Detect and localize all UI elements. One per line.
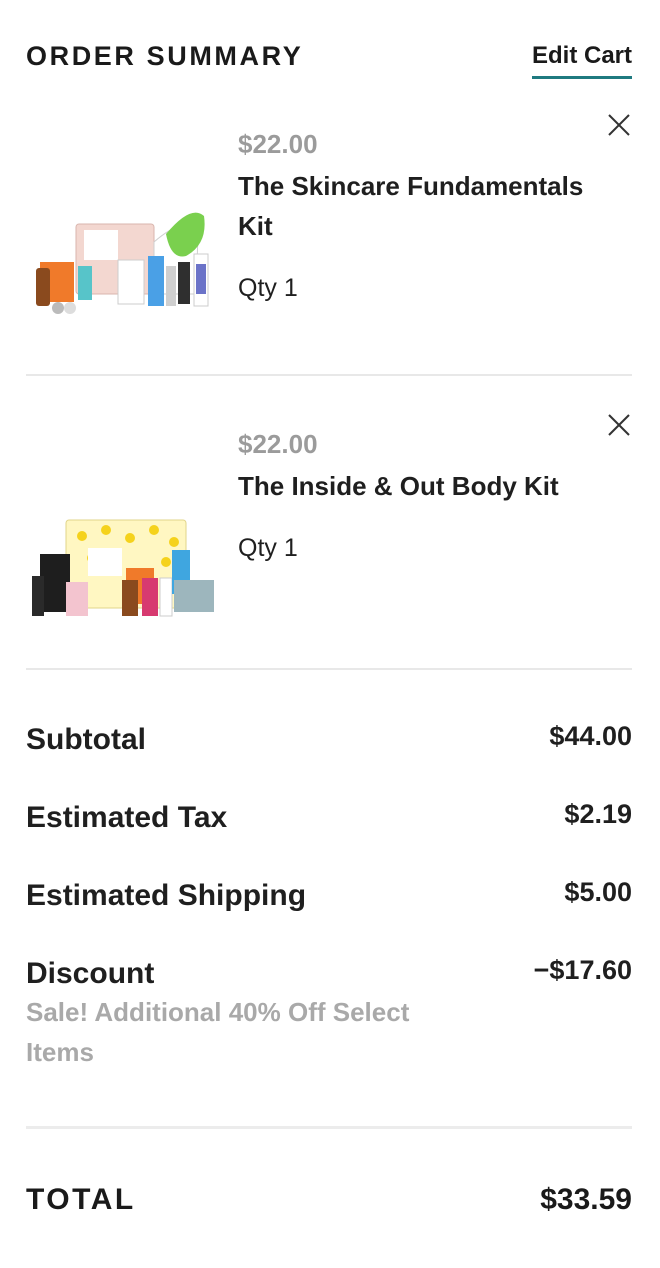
total-label: TOTAL [26,1183,136,1216]
item-name[interactable]: The Skincare Fundamentals Kit [238,166,608,246]
item-quantity: Qty 1 [238,534,298,562]
subtotal-label: Subtotal [26,723,146,756]
price-summary: Subtotal $44.00 Estimated Tax $2.19 Esti… [26,716,632,1106]
product-image-skincare-kit [36,212,209,314]
item-price: $22.00 [238,129,318,159]
order-summary-header: ORDER SUMMARY Edit Cart [26,38,632,82]
item-quantity: Qty 1 [238,274,298,302]
shipping-label: Estimated Shipping [26,879,307,912]
tax-value: $2.19 [564,799,632,829]
close-icon[interactable] [606,112,632,138]
divider [26,1126,632,1129]
close-icon[interactable] [606,412,632,438]
cart-item: $22.00 The Skincare Fundamentals Kit Qty… [26,100,632,376]
shipping-value: $5.00 [564,877,632,907]
tax-row: Estimated Tax $2.19 [26,794,632,872]
page-title: ORDER SUMMARY [26,41,304,71]
item-info: $22.00 The Skincare Fundamentals Kit Qty… [238,126,608,306]
edit-cart-link[interactable]: Edit Cart [531,38,632,79]
total-row: TOTAL $33.59 [26,1180,632,1224]
item-name[interactable]: The Inside & Out Body Kit [238,466,608,506]
shipping-row: Estimated Shipping $5.00 [26,872,632,950]
subtotal-row: Subtotal $44.00 [26,716,632,794]
tax-label: Estimated Tax [26,801,228,834]
discount-note: Sale! Additional 40% Off Select Items [26,997,410,1067]
cart-item: $22.00 The Inside & Out Body Kit Qty 1 [26,400,632,670]
discount-row: Discount −$17.60 Sale! Additional 40% Of… [26,950,632,1106]
discount-label: Discount [26,957,155,990]
item-info: $22.00 The Inside & Out Body Kit Qty 1 [238,426,608,566]
subtotal-value: $44.00 [549,721,632,751]
item-price: $22.00 [238,429,318,459]
total-value: $33.59 [540,1183,632,1216]
discount-value: −$17.60 [533,955,632,985]
product-image-body-kit [32,519,214,617]
